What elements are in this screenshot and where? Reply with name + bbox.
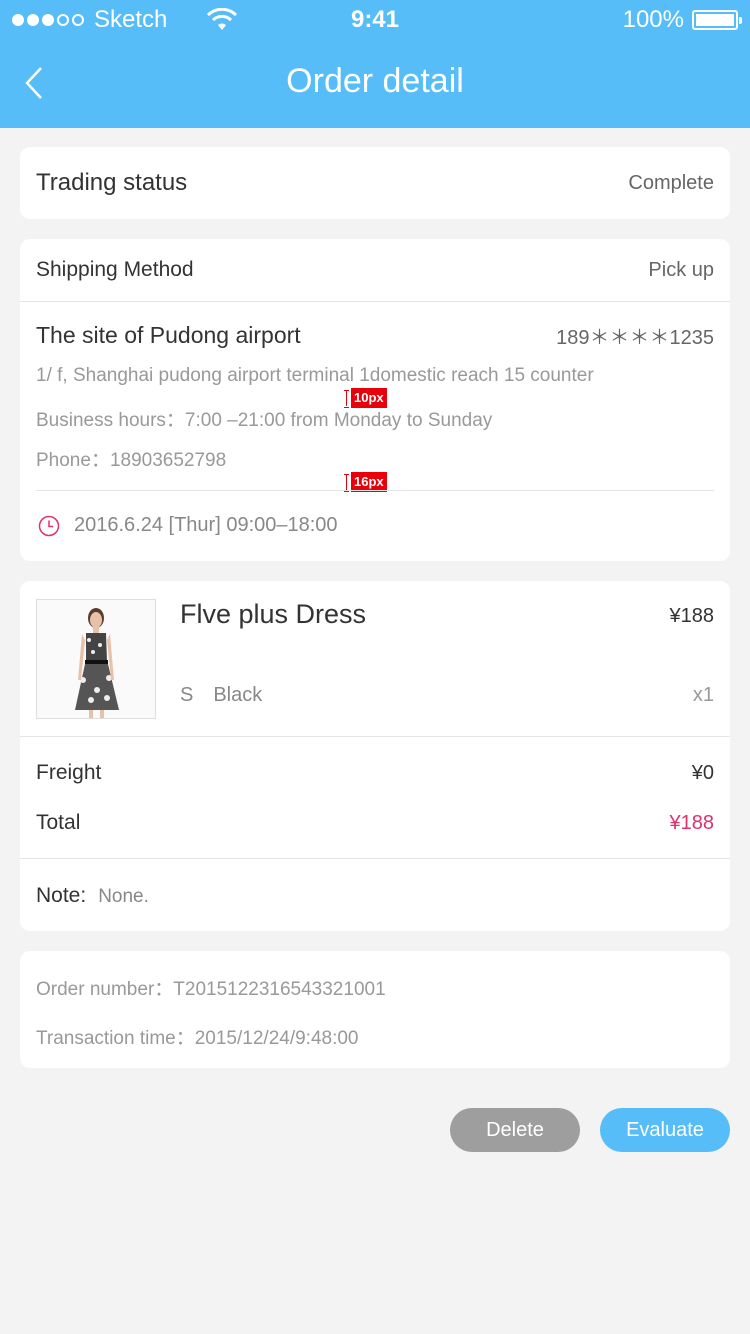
status-bar-right: 100% — [622, 6, 742, 34]
status-bar: Sketch 9:41 100% — [0, 0, 750, 40]
total-row: Total ¥188 — [36, 811, 714, 835]
order-number: Order number：T2015122316543321001 — [36, 979, 386, 1000]
transaction-time: Transaction time：2015/12/24/9:48:00 — [36, 1028, 359, 1049]
total-label: Total — [36, 811, 81, 834]
evaluate-button[interactable]: Evaluate — [600, 1108, 730, 1152]
freight-row: Freight ¥0 — [36, 761, 714, 785]
product-size: S — [180, 684, 194, 706]
divider — [20, 736, 730, 737]
freight-value: ¥0 — [691, 761, 714, 784]
pickup-site-phone: 189＊＊＊＊1235 — [556, 327, 714, 349]
trading-status-value: Complete — [628, 171, 714, 194]
spacing-marker — [344, 390, 350, 408]
shipping-method-label: Shipping Method — [36, 258, 194, 281]
divider — [20, 858, 730, 859]
battery-percent: 100% — [622, 6, 684, 33]
freight-label: Freight — [36, 761, 102, 784]
pickup-address: 1/ f, Shanghai pudong airport terminal 1… — [36, 365, 594, 386]
spacing-badge: 16px — [351, 472, 387, 492]
trading-status-label: Trading status — [36, 169, 188, 196]
trading-status-card: Trading status Complete — [20, 147, 730, 219]
pickup-time-row: 2016.6.24 [Thur] 09:00–18:00 — [38, 514, 338, 537]
note-row: Note: None. — [36, 884, 149, 908]
product-image[interactable] — [36, 599, 156, 719]
divider — [36, 490, 714, 491]
header: Sketch 9:41 100% Order detail — [0, 0, 750, 128]
note-value: None. — [98, 886, 149, 907]
trading-status-row: Trading status Complete — [36, 169, 714, 197]
total-value: ¥188 — [669, 811, 715, 834]
business-hours: Business hours：7:00 –21:00 from Monday t… — [36, 410, 493, 431]
page-title: Order detail — [286, 62, 464, 100]
clock-icon — [38, 515, 60, 536]
product-card: Flve plus Dress ¥188 S Black x1 Freight … — [20, 581, 730, 931]
divider — [20, 301, 730, 302]
shipping-method-value: Pick up — [648, 258, 714, 281]
product-price: ¥188 — [669, 605, 715, 627]
product-quantity: x1 — [692, 684, 714, 706]
product-variant: S Black — [180, 684, 262, 707]
pickup-site-row: The site of Pudong airport 189＊＊＊＊1235 — [36, 321, 714, 350]
pickup-site-name: The site of Pudong airport — [36, 322, 301, 348]
pickup-phone: Phone：18903652798 — [36, 450, 227, 471]
note-label: Note: — [36, 884, 87, 907]
shipping-card: Shipping Method Pick up The site of Pudo… — [20, 239, 730, 561]
spacing-marker — [344, 474, 350, 492]
product-name[interactable]: Flve plus Dress — [180, 599, 366, 630]
product-color: Black — [213, 684, 263, 706]
order-info-card: Order number：T2015122316543321001 Transa… — [20, 951, 730, 1068]
nav-bar: Order detail — [0, 40, 750, 128]
delete-button[interactable]: Delete — [450, 1108, 580, 1152]
pickup-time: 2016.6.24 [Thur] 09:00–18:00 — [74, 514, 338, 536]
shipping-method-row: Shipping Method Pick up — [36, 258, 714, 282]
dress-photo-icon — [37, 600, 155, 718]
battery-icon — [692, 10, 742, 30]
